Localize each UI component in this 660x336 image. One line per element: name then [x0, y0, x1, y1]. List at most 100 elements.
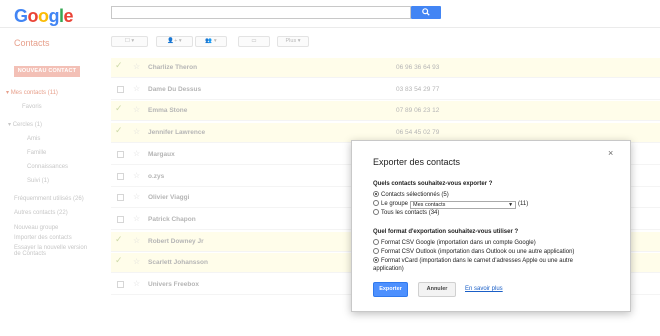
star-icon[interactable]: ☆: [133, 84, 140, 93]
logo-letter: g: [48, 6, 60, 26]
group-button[interactable]: 👥 ▾: [195, 36, 227, 47]
checkmark-icon[interactable]: ✓: [115, 125, 123, 136]
import-contacts-link[interactable]: Importer des contacts: [14, 235, 72, 241]
chevron-down-icon: ▾: [178, 38, 182, 44]
sidebar-item-friends[interactable]: Amis: [27, 136, 40, 142]
option-selected-contacts[interactable]: Contacts sélectionnés (5): [373, 191, 449, 198]
search-input[interactable]: [111, 6, 411, 19]
chevron-down-icon: ▼: [508, 202, 514, 208]
option-all-contacts[interactable]: Tous les contacts (34): [373, 209, 439, 216]
chevron-down-icon: ▾: [297, 38, 301, 44]
contact-name: o.zys: [148, 172, 165, 180]
star-icon[interactable]: ☆: [133, 236, 140, 245]
export-format-question: Quel format d'exportation souhaitez-vous…: [373, 229, 519, 235]
star-icon[interactable]: ☆: [133, 62, 140, 71]
checkmark-icon[interactable]: ✓: [115, 255, 123, 266]
close-icon[interactable]: ×: [608, 148, 613, 158]
checkmark-icon[interactable]: ✓: [115, 60, 123, 71]
sidebar-item-favorites[interactable]: Favoris: [22, 104, 42, 110]
contact-name: Scarlett Johansson: [148, 259, 208, 267]
star-icon[interactable]: ☆: [133, 257, 140, 266]
try-new-version-link[interactable]: Essayer la nouvelle version de Contacts: [14, 245, 87, 257]
star-icon[interactable]: ☆: [133, 127, 140, 136]
sidebar-item-following[interactable]: Suivi (1): [27, 178, 49, 184]
add-person-icon: 👤+: [167, 38, 178, 44]
star-icon[interactable]: ☆: [133, 149, 140, 158]
sidebar-item-frequent[interactable]: Fréquemment utilisés (26): [14, 196, 84, 202]
checkbox-icon: ☐: [124, 38, 130, 44]
row-checkbox[interactable]: [117, 215, 124, 223]
add-to-circle-button[interactable]: 👤+ ▾: [156, 36, 193, 47]
star-icon[interactable]: ☆: [133, 105, 140, 114]
logo-letter: G: [14, 6, 28, 26]
contact-row[interactable]: ✓ ☆ Emma Stone 07 89 06 23 12: [111, 101, 660, 122]
new-contact-button[interactable]: NOUVEAU CONTACT: [14, 66, 80, 77]
group-icon: 👥: [205, 38, 213, 44]
learn-more-link[interactable]: En savoir plus: [465, 286, 503, 292]
contact-phone: 03 83 54 29 77: [396, 85, 440, 93]
more-label: Plus: [285, 38, 297, 44]
row-checkbox[interactable]: [117, 150, 124, 158]
radio-selected-contacts[interactable]: [373, 191, 379, 197]
checkmark-icon[interactable]: ✓: [115, 103, 123, 114]
radio-csv-google[interactable]: [373, 239, 379, 245]
sidebar-item-family[interactable]: Famille: [27, 150, 46, 156]
merge-icon: ▭: [251, 38, 257, 44]
dialog-title: Exporter des contacts: [373, 157, 461, 167]
option-vcard[interactable]: Format vCard (importation dans le carnet…: [373, 257, 573, 264]
sidebar-item-acquaintances[interactable]: Connaissances: [27, 164, 68, 170]
row-checkbox[interactable]: [117, 172, 124, 180]
select-checkbox-dropdown[interactable]: ☐ ▾: [111, 36, 148, 47]
row-checkbox[interactable]: [117, 194, 124, 202]
star-icon[interactable]: ☆: [133, 214, 140, 223]
search-button[interactable]: [411, 6, 441, 19]
contacts-title[interactable]: Contacts: [14, 38, 50, 48]
star-icon[interactable]: ☆: [133, 171, 140, 180]
group-select[interactable]: Mes contacts ▼: [410, 201, 517, 209]
sidebar-item-label: Cercles (1): [12, 122, 43, 128]
option-csv-outlook[interactable]: Format CSV Outlook (importation dans Out…: [373, 248, 574, 255]
option-label: Le groupe: [381, 201, 409, 207]
contact-name: Robert Downey Jr: [148, 237, 204, 245]
star-icon[interactable]: ☆: [133, 192, 140, 201]
contact-row[interactable]: ✓ ☆ Charlize Theron 06 96 36 64 93: [111, 58, 660, 78]
contact-name: Patrick Chapon: [148, 215, 196, 223]
row-checkbox[interactable]: [117, 85, 124, 93]
radio-all-contacts[interactable]: [373, 209, 379, 215]
export-dialog: Exporter des contacts × Quels contacts s…: [351, 140, 631, 312]
star-icon[interactable]: ☆: [133, 279, 140, 288]
contact-name: Margaux: [148, 150, 175, 158]
sidebar-item-label: Mes contacts (11): [10, 90, 58, 96]
contact-row[interactable]: ☆ Dame Du Dessus 03 83 54 29 77: [111, 80, 660, 100]
group-select-value: Mes contacts: [413, 202, 446, 208]
merge-button[interactable]: ▭: [238, 36, 270, 47]
logo-letter: e: [63, 6, 74, 26]
sidebar-item-circles[interactable]: ▾ Cercles (1): [8, 121, 42, 128]
search-icon: [422, 8, 430, 16]
option-csv-google[interactable]: Format CSV Google (importation dans un c…: [373, 239, 536, 246]
contact-name: Charlize Theron: [148, 64, 198, 71]
google-logo[interactable]: Google: [14, 6, 74, 27]
sidebar-item-my-contacts[interactable]: ▾ Mes contacts (11): [6, 89, 58, 96]
option-label: Format CSV Outlook (importation dans Out…: [381, 249, 575, 255]
radio-group[interactable]: [373, 200, 379, 206]
contact-name: Jennifer Lawrence: [148, 129, 206, 137]
option-count: (11): [518, 201, 529, 207]
radio-csv-outlook[interactable]: [373, 248, 379, 254]
sidebar-item-other[interactable]: Autres contacts (22): [14, 210, 68, 216]
cancel-button[interactable]: Annuler: [418, 282, 456, 297]
option-label: Tous les contacts (34): [381, 210, 440, 216]
checkmark-icon[interactable]: ✓: [115, 234, 123, 245]
option-group[interactable]: Le groupe Mes contacts ▼ (11): [373, 200, 528, 209]
contact-name: Emma Stone: [148, 107, 188, 115]
contact-name: Dame Du Dessus: [148, 85, 202, 93]
option-label: Format CSV Google (importation dans un c…: [381, 240, 536, 246]
more-button[interactable]: Plus ▾: [277, 36, 309, 47]
contact-phone: 06 54 45 02 79: [396, 129, 440, 137]
row-checkbox[interactable]: [117, 281, 124, 288]
option-label: Contacts sélectionnés (5): [381, 192, 449, 198]
radio-vcard[interactable]: [373, 257, 379, 263]
contact-phone: 06 96 36 64 93: [396, 64, 440, 71]
new-group-link[interactable]: Nouveau groupe: [14, 225, 58, 231]
export-button[interactable]: Exporter: [373, 282, 408, 297]
